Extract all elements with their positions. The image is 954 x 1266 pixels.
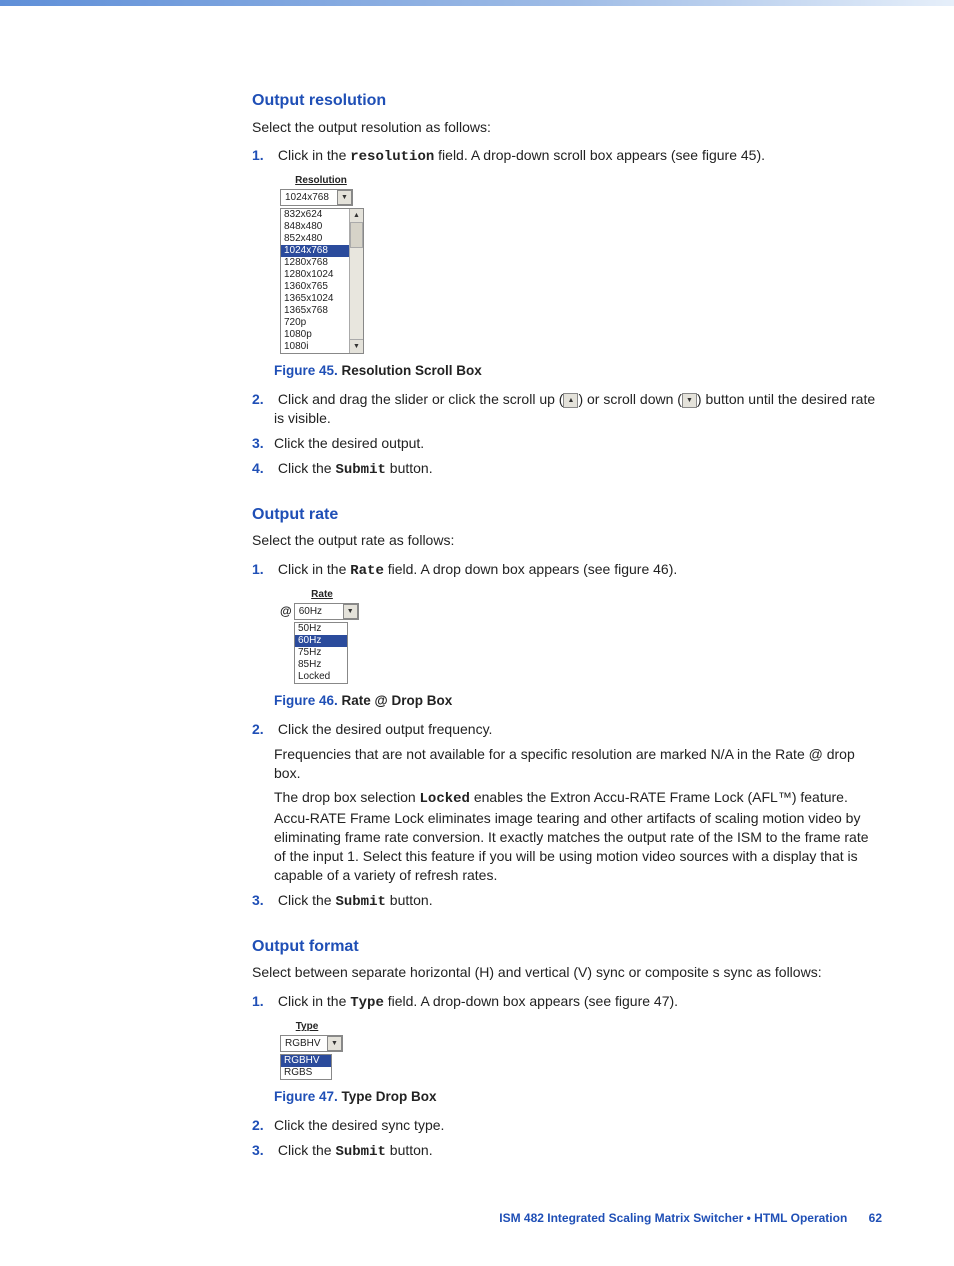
note-na: Frequencies that are not available for a… [274, 745, 882, 783]
figure-number: Figure 45. [274, 363, 338, 378]
figure-number: Figure 46. [274, 693, 338, 708]
list-item-selected[interactable]: 60Hz [295, 635, 347, 647]
code-submit: Submit [335, 462, 385, 478]
heading-output-rate: Output rate [252, 504, 882, 526]
scroll-up-icon: ▲ [563, 393, 578, 408]
step-text: ) or scroll down ( [578, 391, 681, 407]
step-text: field. A drop-down scroll box appears (s… [434, 147, 765, 163]
step-text: Click the desired output frequency. [278, 721, 493, 737]
resolution-combo[interactable]: 1024x768 ▼ [280, 189, 353, 206]
code-rate-field: Rate [350, 563, 384, 579]
resolution-listbox[interactable]: 832x624 848x480 852x480 1024x768 1280x76… [280, 208, 364, 354]
intro-format: Select between separate horizontal (H) a… [252, 963, 882, 982]
step-item: Click in the Type field. A drop-down box… [274, 992, 882, 1106]
list-item[interactable]: 75Hz [295, 647, 347, 659]
step-item: Click and drag the slider or click the s… [274, 390, 882, 428]
list-item[interactable]: RGBS [281, 1067, 331, 1079]
dropdown-label-resolution: Resolution [280, 173, 362, 189]
figure-number: Figure 47. [274, 1089, 338, 1104]
rate-listbox[interactable]: 50Hz 60Hz 75Hz 85Hz Locked [294, 622, 348, 684]
chevron-down-icon[interactable]: ▼ [327, 1036, 342, 1051]
page-content: Output resolution Select the output reso… [252, 90, 882, 1226]
heading-output-format: Output format [252, 936, 882, 958]
type-combo[interactable]: RGBHV ▼ [280, 1035, 343, 1052]
figure-type-dropdown: Type RGBHV ▼ RGBHV RGBS [280, 1019, 882, 1080]
step-text: button. [386, 460, 433, 476]
figure-caption-46: Figure 46. Rate @ Drop Box [274, 692, 882, 710]
rate-combo-value: 60Hz [295, 604, 343, 619]
note-locked: The drop box selection Locked enables th… [274, 788, 882, 884]
footer-page-number: 62 [869, 1211, 882, 1225]
step-text: Click the [278, 1142, 336, 1158]
resolution-combo-value: 1024x768 [281, 190, 337, 205]
code-submit: Submit [335, 894, 385, 910]
scrollbar-thumb[interactable] [350, 222, 363, 248]
step-item: Click in the Rate field. A drop down box… [274, 560, 882, 710]
list-item-selected[interactable]: RGBHV [281, 1055, 331, 1067]
dropdown-label-type: Type [280, 1019, 334, 1035]
step-text: field. A drop down box appears (see figu… [384, 561, 677, 577]
step-item: Click the desired output. [274, 434, 882, 453]
type-listbox[interactable]: RGBHV RGBS [280, 1054, 332, 1080]
step-item: Click the desired output frequency. Freq… [274, 720, 882, 885]
list-item[interactable]: 85Hz [295, 659, 347, 671]
list-item[interactable]: 50Hz [295, 623, 347, 635]
scroll-up-icon[interactable]: ▲ [350, 209, 363, 223]
scroll-down-icon: ▼ [682, 393, 697, 408]
footer-title: ISM 482 Integrated Scaling Matrix Switch… [499, 1211, 847, 1225]
figure-caption-47: Figure 47. Type Drop Box [274, 1088, 882, 1106]
page-footer: ISM 482 Integrated Scaling Matrix Switch… [252, 1210, 882, 1226]
rate-combo[interactable]: 60Hz ▼ [294, 603, 359, 620]
code-locked: Locked [420, 791, 470, 807]
step-text: Click in the [278, 147, 350, 163]
code-resolution-field: resolution [350, 149, 434, 165]
step-text: Click and drag the slider or click the s… [278, 391, 564, 407]
code-type-field: Type [350, 995, 384, 1011]
list-item[interactable]: Locked [295, 671, 347, 683]
intro-resolution: Select the output resolution as follows: [252, 118, 882, 137]
heading-output-resolution: Output resolution [252, 90, 882, 112]
step-text: Click the [278, 460, 336, 476]
step-item: Click the Submit button. [274, 459, 882, 480]
steps-resolution: Click in the resolution field. A drop-do… [252, 146, 882, 479]
at-symbol: @ [280, 603, 292, 619]
steps-format: Click in the Type field. A drop-down box… [252, 992, 882, 1161]
steps-rate: Click in the Rate field. A drop down box… [252, 560, 882, 912]
step-text: Click the [278, 892, 336, 908]
step-text: button. [386, 1142, 433, 1158]
step-item: Click the Submit button. [274, 1141, 882, 1162]
step-text: Click in the [278, 561, 350, 577]
scroll-down-icon[interactable]: ▼ [350, 339, 363, 353]
code-submit: Submit [335, 1144, 385, 1160]
intro-rate: Select the output rate as follows: [252, 531, 882, 550]
step-text: button. [386, 892, 433, 908]
step-item: Click in the resolution field. A drop-do… [274, 146, 882, 380]
step-item: Click the desired sync type. [274, 1116, 882, 1135]
step-item: Click the Submit button. [274, 891, 882, 912]
figure-rate-dropdown: Rate @ 60Hz ▼ 50Hz 60Hz 75Hz [280, 587, 882, 684]
figure-title: Resolution Scroll Box [338, 363, 482, 378]
dropdown-label-rate: Rate [294, 587, 350, 603]
type-combo-value: RGBHV [281, 1036, 327, 1051]
chevron-down-icon[interactable]: ▼ [343, 604, 358, 619]
chevron-down-icon[interactable]: ▼ [337, 190, 352, 205]
figure-title: Type Drop Box [338, 1089, 437, 1104]
step-text: Click in the [278, 993, 350, 1009]
figure-title: Rate @ Drop Box [338, 693, 452, 708]
figure-resolution-dropdown: Resolution 1024x768 ▼ 832x624 848x480 85… [280, 173, 882, 354]
figure-caption-45: Figure 45. Resolution Scroll Box [274, 362, 882, 380]
step-text: field. A drop-down box appears (see figu… [384, 993, 678, 1009]
